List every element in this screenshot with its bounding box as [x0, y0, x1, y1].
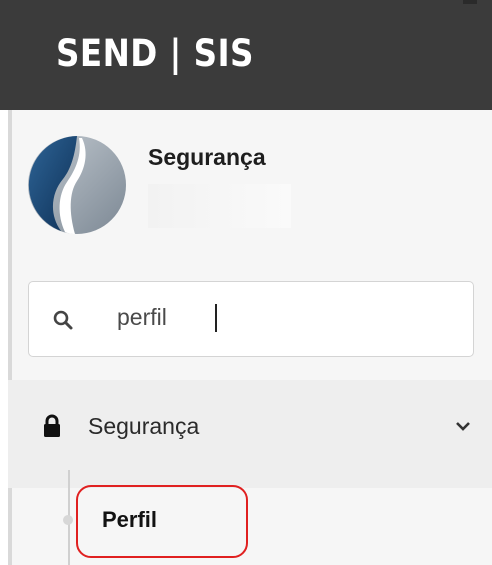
- lock-icon: [44, 414, 60, 437]
- submenu-item-perfil[interactable]: Perfil: [76, 485, 248, 558]
- app-title[interactable]: SEND | SIS: [56, 24, 254, 84]
- text-caret: [215, 304, 217, 332]
- menu-item-label: Segurança: [88, 413, 200, 439]
- menu-item-seguranca[interactable]: Segurança: [8, 394, 492, 468]
- avatar: [28, 136, 126, 234]
- top-dash: [463, 0, 477, 4]
- tree-bullet: [63, 515, 73, 525]
- chevron-down-icon[interactable]: [455, 420, 471, 432]
- top-bar: SEND | SIS: [0, 0, 492, 110]
- profile-subtitle-blurred: [148, 184, 291, 228]
- profile-name: Segurança: [148, 144, 266, 170]
- search-icon: [53, 310, 73, 330]
- sidebar-edge: [8, 110, 12, 565]
- submenu-item-label: Perfil: [102, 507, 158, 532]
- search-value: perfil: [117, 304, 167, 330]
- search-input[interactable]: perfil: [28, 281, 474, 357]
